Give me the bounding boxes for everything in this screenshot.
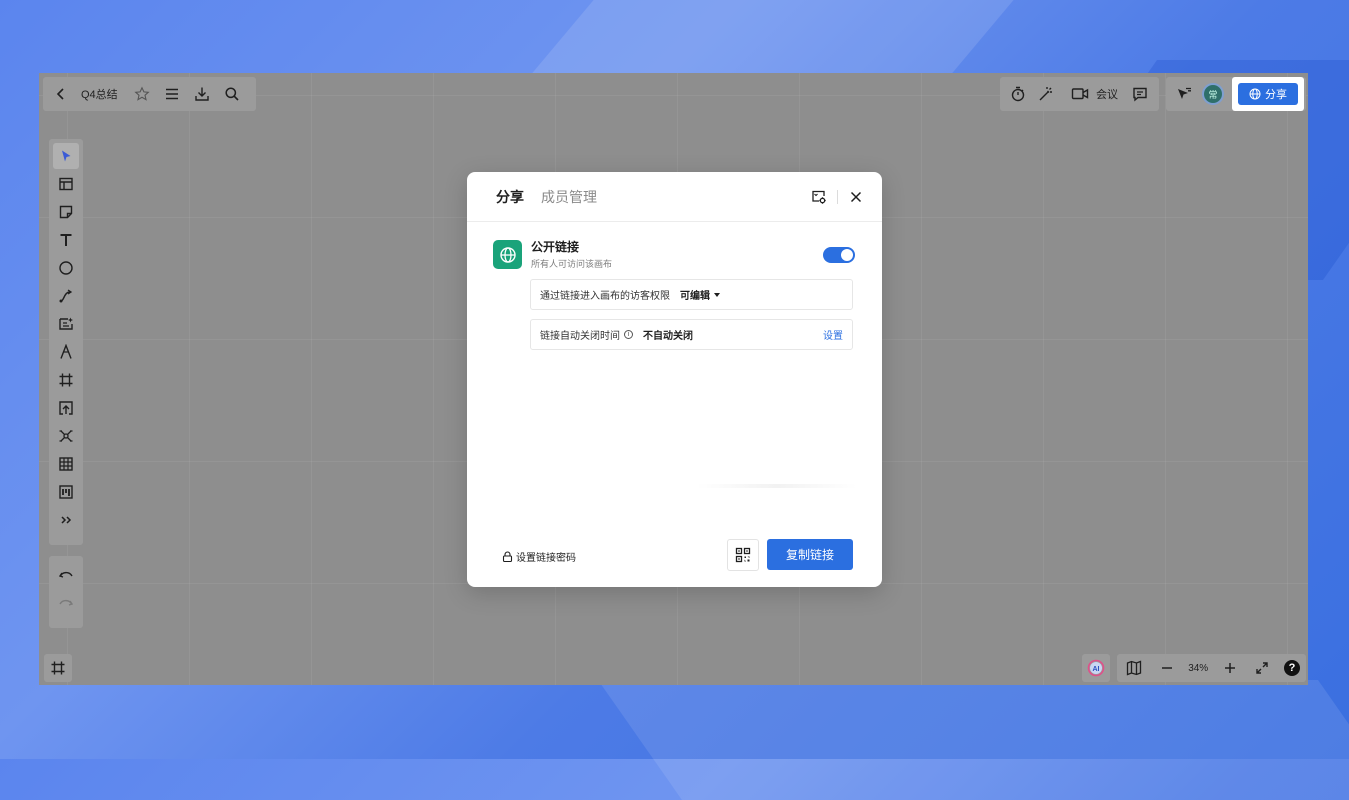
svg-text:AI: AI <box>1093 666 1100 673</box>
qr-code-button[interactable] <box>727 539 759 571</box>
download-icon[interactable] <box>190 82 214 106</box>
globe-icon <box>499 246 517 264</box>
shape-circle-icon[interactable] <box>53 255 79 281</box>
guest-permission-label: 通过链接进入画布的访客权限 <box>540 291 670 302</box>
table-icon[interactable] <box>53 451 79 477</box>
document-title[interactable]: Q4总结 <box>81 86 118 102</box>
text-tool-icon[interactable] <box>53 227 79 253</box>
help-button[interactable]: ? <box>1283 660 1300 676</box>
fullscreen-icon[interactable] <box>1251 657 1273 679</box>
ai-icon: AI <box>1087 659 1105 677</box>
auto-close-settings-link[interactable]: 设置 <box>823 327 843 342</box>
zoom-out-icon[interactable] <box>1156 657 1178 679</box>
star-icon[interactable] <box>130 82 154 106</box>
share-button-container: 分享 <box>1232 77 1304 111</box>
meeting-label[interactable]: 会议 <box>1096 86 1118 102</box>
top-right-toolbar: 会议 <box>1000 77 1159 111</box>
zoom-level[interactable]: 34% <box>1188 663 1208 674</box>
tab-member-management[interactable]: 成员管理 <box>541 187 597 207</box>
template-icon[interactable] <box>53 171 79 197</box>
guest-permission-value: 可编辑 <box>680 291 710 302</box>
guest-permission-row: 通过链接进入画布的访客权限 可编辑 <box>530 279 853 310</box>
public-link-subtitle: 所有人可访问该画布 <box>531 259 613 269</box>
content-divider <box>697 484 857 488</box>
comment-icon[interactable] <box>1128 82 1152 106</box>
search-icon[interactable] <box>220 82 244 106</box>
video-meeting-icon[interactable] <box>1068 82 1092 106</box>
lock-icon <box>502 551 513 562</box>
user-avatar[interactable]: 常 <box>1202 83 1224 105</box>
chevron-down-icon <box>714 292 720 297</box>
info-icon[interactable]: i <box>624 330 633 339</box>
history-rail <box>49 556 83 628</box>
share-button-label: 分享 <box>1265 89 1287 101</box>
sticky-note-icon[interactable] <box>53 199 79 225</box>
frame-list-icon <box>50 660 66 676</box>
close-icon[interactable] <box>846 187 866 207</box>
ai-text-icon[interactable] <box>53 311 79 337</box>
public-link-badge <box>493 240 522 269</box>
menu-icon[interactable] <box>160 82 184 106</box>
dialog-header-actions <box>809 187 866 207</box>
globe-icon <box>1249 88 1261 100</box>
public-link-toggle[interactable] <box>823 247 855 263</box>
auto-close-label: 链接自动关闭时间 <box>540 331 620 342</box>
public-link-row: 公开链接 所有人可访问该画布 <box>493 240 855 270</box>
minimap-icon[interactable] <box>1123 657 1145 679</box>
top-left-toolbar: Q4总结 <box>43 77 256 111</box>
tab-share[interactable]: 分享 <box>496 187 524 207</box>
public-link-title: 公开链接 <box>531 240 580 254</box>
zoom-controls: 34% ? <box>1117 654 1306 682</box>
copy-link-button[interactable]: 复制链接 <box>767 539 853 570</box>
share-settings-icon[interactable] <box>809 187 829 207</box>
undo-icon[interactable] <box>53 561 79 589</box>
follow-cursor-icon[interactable] <box>1172 82 1196 106</box>
set-password-link[interactable]: 设置链接密码 <box>502 549 576 564</box>
back-arrow-icon[interactable] <box>49 82 73 106</box>
dialog-header: 分享 成员管理 <box>467 172 882 222</box>
guest-permission-dropdown[interactable]: 可编辑 <box>680 287 720 302</box>
select-cursor-icon[interactable] <box>53 143 79 169</box>
frame-list-button[interactable] <box>44 654 72 682</box>
auto-close-row: 链接自动关闭时间 i 不自动关闭 设置 <box>530 319 853 350</box>
header-separator <box>837 189 838 204</box>
mindmap-icon[interactable] <box>53 423 79 449</box>
upload-icon[interactable] <box>53 395 79 421</box>
tool-rail <box>49 139 83 545</box>
redo-icon[interactable] <box>53 589 79 617</box>
qr-code-icon <box>735 547 751 563</box>
frame-icon[interactable] <box>53 367 79 393</box>
ai-assistant-button[interactable]: AI <box>1082 654 1110 682</box>
pen-icon[interactable] <box>53 339 79 365</box>
zoom-in-icon[interactable] <box>1219 657 1241 679</box>
share-dialog: 分享 成员管理 公开链接 所有人可访问该画布 通过链接进入画布的访客权限 可编辑 <box>467 172 882 587</box>
magic-wand-icon[interactable] <box>1034 82 1058 106</box>
set-password-label: 设置链接密码 <box>516 553 576 564</box>
more-tools-icon[interactable] <box>53 507 79 533</box>
timer-icon[interactable] <box>1006 82 1030 106</box>
auto-close-value: 不自动关闭 <box>643 331 693 342</box>
connector-icon[interactable] <box>53 283 79 309</box>
public-link-text: 公开链接 所有人可访问该画布 <box>531 240 612 270</box>
share-button[interactable]: 分享 <box>1238 83 1298 105</box>
kanban-icon[interactable] <box>53 479 79 505</box>
